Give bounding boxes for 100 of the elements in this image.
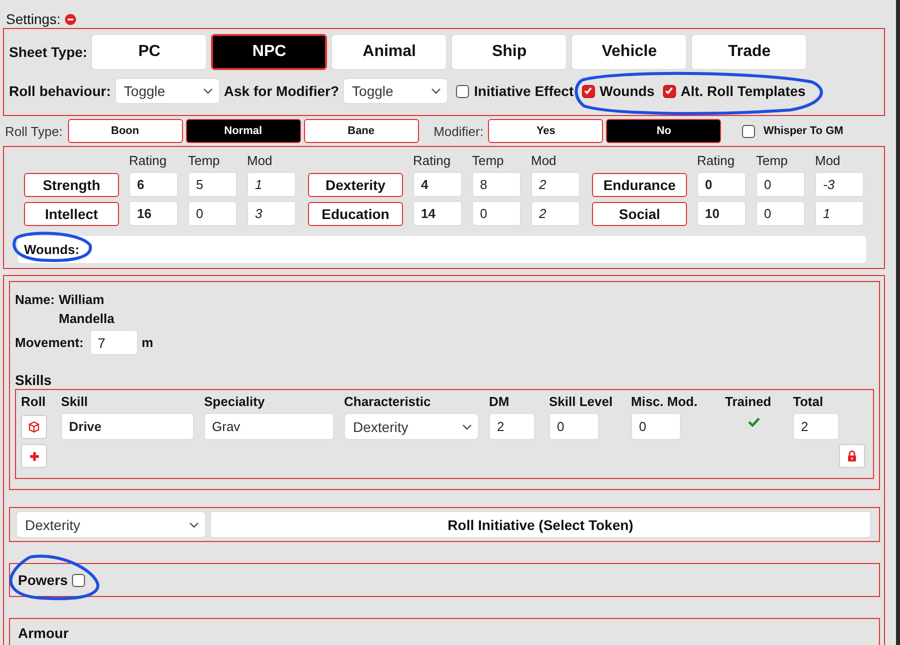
column-header: Roll (21, 394, 47, 409)
misc-mod-field[interactable]: 0 (631, 413, 681, 440)
rating-field[interactable]: 16 (129, 201, 178, 226)
skill-level-field[interactable]: 0 (549, 413, 599, 440)
temp-field[interactable]: 0 (756, 172, 805, 197)
column-header: Skill Level (549, 394, 614, 409)
chevron-down-icon (462, 424, 472, 430)
ask-modifier-dropdown[interactable]: Toggle (343, 78, 448, 104)
checkbox[interactable] (742, 124, 756, 138)
chevron-down-icon (189, 522, 199, 528)
rating-field[interactable]: 14 (413, 201, 462, 226)
column-header: Misc. Mod. (631, 394, 698, 409)
checkbox[interactable] (456, 84, 470, 98)
characteristic-button[interactable]: Intellect (24, 202, 119, 226)
temp-field[interactable]: 5 (188, 172, 237, 197)
column-header: Mod (531, 153, 558, 168)
temp-field[interactable]: 8 (472, 172, 521, 197)
ask-modifier-label: Ask for Modifier? (224, 83, 340, 99)
mod-field[interactable]: 3 (247, 201, 296, 226)
sheet-type-button[interactable]: PC (91, 34, 208, 70)
modifier-button[interactable]: Yes (488, 119, 604, 143)
characteristic-button[interactable]: Dexterity (308, 172, 403, 196)
roll-initiative-button[interactable]: Roll Initiative (Select Token) (210, 511, 871, 538)
checkbox-label: Initiative Effect (474, 83, 574, 99)
speciality-field[interactable]: Grav (204, 413, 334, 440)
temp-field[interactable]: 0 (472, 201, 521, 226)
checkbox[interactable] (72, 574, 85, 586)
settings-label: Settings: (6, 11, 60, 27)
column-header: Mod (247, 153, 274, 168)
roll-type-button[interactable]: Normal (186, 119, 301, 143)
column-header: Trained (725, 394, 772, 409)
modifier-button[interactable]: No (606, 119, 722, 143)
mod-field[interactable]: 2 (531, 172, 580, 197)
check-icon (664, 86, 674, 96)
roll-behaviour-dropdown[interactable]: Toggle (114, 78, 220, 104)
plus-icon (28, 450, 40, 462)
characteristic-button[interactable]: Social (592, 202, 687, 226)
characteristic-dropdown[interactable]: Dexterity (344, 413, 479, 440)
movement-field[interactable]: 7 (90, 330, 138, 355)
column-header: Temp (472, 153, 505, 168)
unit-label: m (142, 335, 154, 350)
dm-field[interactable]: 2 (489, 413, 535, 440)
checkbox-label: Wounds (600, 83, 655, 99)
column-header: DM (489, 394, 510, 409)
sheet-type-button[interactable]: Trade (691, 34, 808, 70)
checkbox[interactable] (662, 84, 676, 98)
whisper-label: Whisper To GM (763, 125, 844, 137)
temp-field[interactable]: 0 (756, 201, 805, 226)
name-value: William Mandella (58, 291, 116, 328)
rating-field[interactable]: 6 (129, 172, 178, 197)
rating-field[interactable]: 10 (697, 201, 746, 226)
column-header: Speciality (204, 394, 266, 409)
temp-field[interactable]: 0 (188, 201, 237, 226)
column-header: Temp (756, 153, 789, 168)
add-button[interactable] (21, 444, 47, 468)
column-header: Rating (129, 153, 168, 168)
modifier-label: Modifier: (434, 124, 484, 138)
column-header: Skill (61, 394, 89, 409)
collapse-icon[interactable] (65, 14, 76, 24)
column-header: Rating (697, 153, 736, 168)
mod-field[interactable]: 2 (531, 201, 580, 226)
skill-field[interactable]: Drive (61, 413, 194, 440)
column-header: Mod (815, 153, 842, 168)
skills-heading: Skills (15, 372, 53, 388)
column-header: Total (793, 394, 824, 409)
chevron-down-icon (431, 88, 442, 94)
sheet-type-button[interactable]: Ship (451, 34, 568, 70)
roll-behaviour-label: Roll behaviour: (9, 83, 111, 99)
mod-field[interactable]: -3 (815, 172, 864, 197)
initiative-dropdown[interactable]: Dexterity (16, 511, 206, 538)
mod-field[interactable]: 1 (815, 201, 864, 226)
rating-field[interactable]: 0 (697, 172, 746, 197)
roll-type-button[interactable]: Boon (68, 119, 183, 143)
lock-button[interactable] (839, 444, 865, 468)
sheet-type-button[interactable]: NPC (211, 34, 328, 70)
column-header: Temp (188, 153, 221, 168)
roll-type-button[interactable]: Bane (304, 119, 419, 143)
characteristic-button[interactable]: Endurance (592, 172, 687, 196)
sheet-type-label: Sheet Type: (9, 44, 88, 60)
powers-label: Powers (18, 572, 68, 588)
roll-type-label: Roll Type: (5, 124, 63, 138)
wounds-label: Wounds: (24, 242, 80, 257)
check-icon (583, 86, 594, 96)
total-field[interactable]: 2 (793, 413, 839, 440)
roll-button[interactable] (21, 414, 47, 438)
characteristic-button[interactable]: Strength (24, 172, 119, 196)
checkbox[interactable] (582, 84, 595, 98)
column-header: Characteristic (344, 394, 432, 409)
rating-field[interactable]: 4 (413, 172, 462, 197)
characteristic-button[interactable]: Education (308, 202, 403, 226)
cube-icon (28, 420, 40, 432)
name-label: Name: (15, 291, 55, 309)
wounds-field[interactable]: Wounds: (18, 236, 866, 263)
sheet-type-button[interactable]: Animal (331, 34, 448, 70)
checkbox-label: Alt. Roll Templates (680, 83, 806, 99)
mod-field[interactable]: 1 (247, 172, 296, 197)
lock-icon (847, 450, 857, 462)
sheet-type-button[interactable]: Vehicle (571, 34, 688, 70)
column-header: Rating (413, 153, 452, 168)
armour-heading: Armour (18, 625, 69, 641)
